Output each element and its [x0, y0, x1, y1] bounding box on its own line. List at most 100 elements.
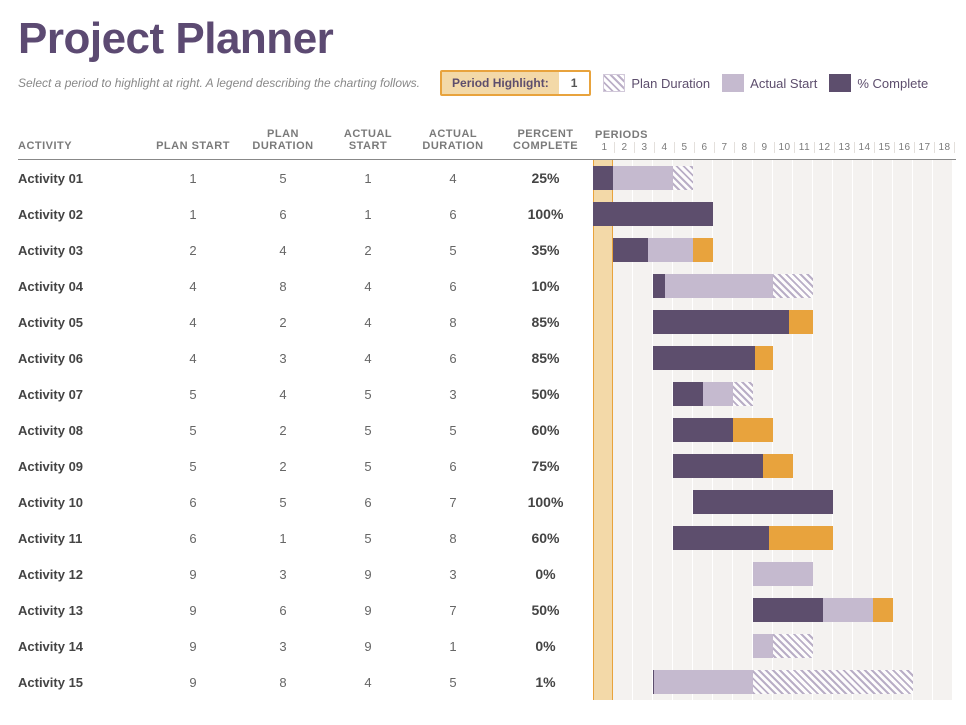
cell-activity: Activity 08	[18, 423, 148, 438]
cell-actual-start: 5	[328, 531, 408, 546]
period-number: 11	[795, 142, 815, 153]
table-row[interactable]: Activity 1598451%	[18, 664, 956, 700]
cell-activity: Activity 15	[18, 675, 148, 690]
cell-percent-complete: 100%	[498, 206, 593, 222]
cell-actual-start: 9	[328, 603, 408, 618]
col-actual-duration: Actual Duration	[408, 128, 498, 153]
gantt-cell	[593, 232, 956, 268]
cell-plan-start: 1	[148, 207, 238, 222]
cell-actual-duration: 7	[408, 495, 498, 510]
table-row[interactable]: Activity 1293930%	[18, 556, 956, 592]
table-row[interactable]: Activity 03242535%	[18, 232, 956, 268]
cell-actual-duration: 5	[408, 243, 498, 258]
period-number: 18	[935, 142, 955, 153]
legend-complete-label: % Complete	[857, 76, 928, 91]
cell-percent-complete: 60%	[498, 530, 593, 546]
bar-actual-start	[753, 634, 773, 658]
table-row[interactable]: Activity 05424885%	[18, 304, 956, 340]
period-number: 6	[695, 142, 715, 153]
cell-actual-start: 4	[328, 351, 408, 366]
gantt-cell	[593, 340, 956, 376]
col-percent-complete: Percent Complete	[498, 128, 593, 153]
cell-actual-start: 4	[328, 279, 408, 294]
table-row[interactable]: Activity 01151425%	[18, 160, 956, 196]
cell-actual-duration: 6	[408, 459, 498, 474]
table-row[interactable]: Activity 08525560%	[18, 412, 956, 448]
cell-actual-start: 4	[328, 675, 408, 690]
cell-actual-start: 2	[328, 243, 408, 258]
cell-actual-start: 9	[328, 639, 408, 654]
gantt-cell	[593, 304, 956, 340]
table-row[interactable]: Activity 11615860%	[18, 520, 956, 556]
cell-plan-duration: 3	[238, 351, 328, 366]
gantt-cell	[593, 484, 956, 520]
cell-plan-duration: 6	[238, 603, 328, 618]
period-number: 15	[875, 142, 895, 153]
period-number: 16	[895, 142, 915, 153]
period-number: 4	[655, 142, 675, 153]
table-row[interactable]: Activity 106567100%	[18, 484, 956, 520]
bar-actual-extension	[873, 598, 893, 622]
cell-plan-duration: 2	[238, 315, 328, 330]
period-number: 14	[855, 142, 875, 153]
cell-actual-start: 5	[328, 387, 408, 402]
period-numbers: 123456789101112131415161718	[595, 142, 955, 153]
planner-table: Activity Plan Start Plan Duration Actual…	[18, 114, 956, 700]
cell-plan-start: 4	[148, 351, 238, 366]
cell-plan-start: 4	[148, 279, 238, 294]
cell-actual-duration: 6	[408, 279, 498, 294]
cell-percent-complete: 50%	[498, 602, 593, 618]
cell-plan-start: 9	[148, 639, 238, 654]
cell-activity: Activity 02	[18, 207, 148, 222]
cell-plan-duration: 2	[238, 459, 328, 474]
cell-percent-complete: 85%	[498, 350, 593, 366]
table-row[interactable]: Activity 1493910%	[18, 628, 956, 664]
cell-actual-duration: 5	[408, 675, 498, 690]
period-number: 7	[715, 142, 735, 153]
period-highlight-value[interactable]: 1	[559, 72, 590, 94]
cell-percent-complete: 0%	[498, 566, 593, 582]
cell-plan-duration: 4	[238, 243, 328, 258]
cell-plan-start: 4	[148, 315, 238, 330]
table-row[interactable]: Activity 13969750%	[18, 592, 956, 628]
period-number: 8	[735, 142, 755, 153]
table-row[interactable]: Activity 021616100%	[18, 196, 956, 232]
cell-plan-duration: 3	[238, 639, 328, 654]
table-row[interactable]: Activity 06434685%	[18, 340, 956, 376]
cell-activity: Activity 10	[18, 495, 148, 510]
cell-activity: Activity 06	[18, 351, 148, 366]
table-row[interactable]: Activity 07545350%	[18, 376, 956, 412]
cell-percent-complete: 1%	[498, 674, 593, 690]
cell-actual-duration: 8	[408, 531, 498, 546]
table-row[interactable]: Activity 09525675%	[18, 448, 956, 484]
cell-activity: Activity 14	[18, 639, 148, 654]
period-number: 2	[615, 142, 635, 153]
cell-plan-duration: 2	[238, 423, 328, 438]
cell-plan-start: 6	[148, 531, 238, 546]
cell-actual-start: 9	[328, 567, 408, 582]
bar-plan-duration	[753, 670, 913, 694]
cell-activity: Activity 05	[18, 315, 148, 330]
period-number: 3	[635, 142, 655, 153]
page-title: Project Planner	[18, 14, 956, 64]
cell-percent-complete: 60%	[498, 422, 593, 438]
period-number: 5	[675, 142, 695, 153]
bar-percent-complete	[653, 310, 789, 334]
cell-plan-start: 6	[148, 495, 238, 510]
bar-percent-complete	[673, 418, 733, 442]
cell-plan-duration: 8	[238, 279, 328, 294]
cell-percent-complete: 25%	[498, 170, 593, 186]
col-actual-start: Actual Start	[328, 128, 408, 153]
cell-plan-duration: 8	[238, 675, 328, 690]
gantt-cell	[593, 592, 956, 628]
period-number: 10	[775, 142, 795, 153]
table-row[interactable]: Activity 04484610%	[18, 268, 956, 304]
bar-percent-complete	[593, 166, 613, 190]
cell-plan-start: 5	[148, 423, 238, 438]
cell-actual-duration: 6	[408, 207, 498, 222]
cell-actual-duration: 3	[408, 387, 498, 402]
bar-percent-complete	[653, 346, 755, 370]
swatch-plan-duration-icon	[603, 74, 625, 92]
period-highlight-control[interactable]: Period Highlight: 1	[440, 70, 591, 96]
bar-percent-complete	[653, 274, 665, 298]
